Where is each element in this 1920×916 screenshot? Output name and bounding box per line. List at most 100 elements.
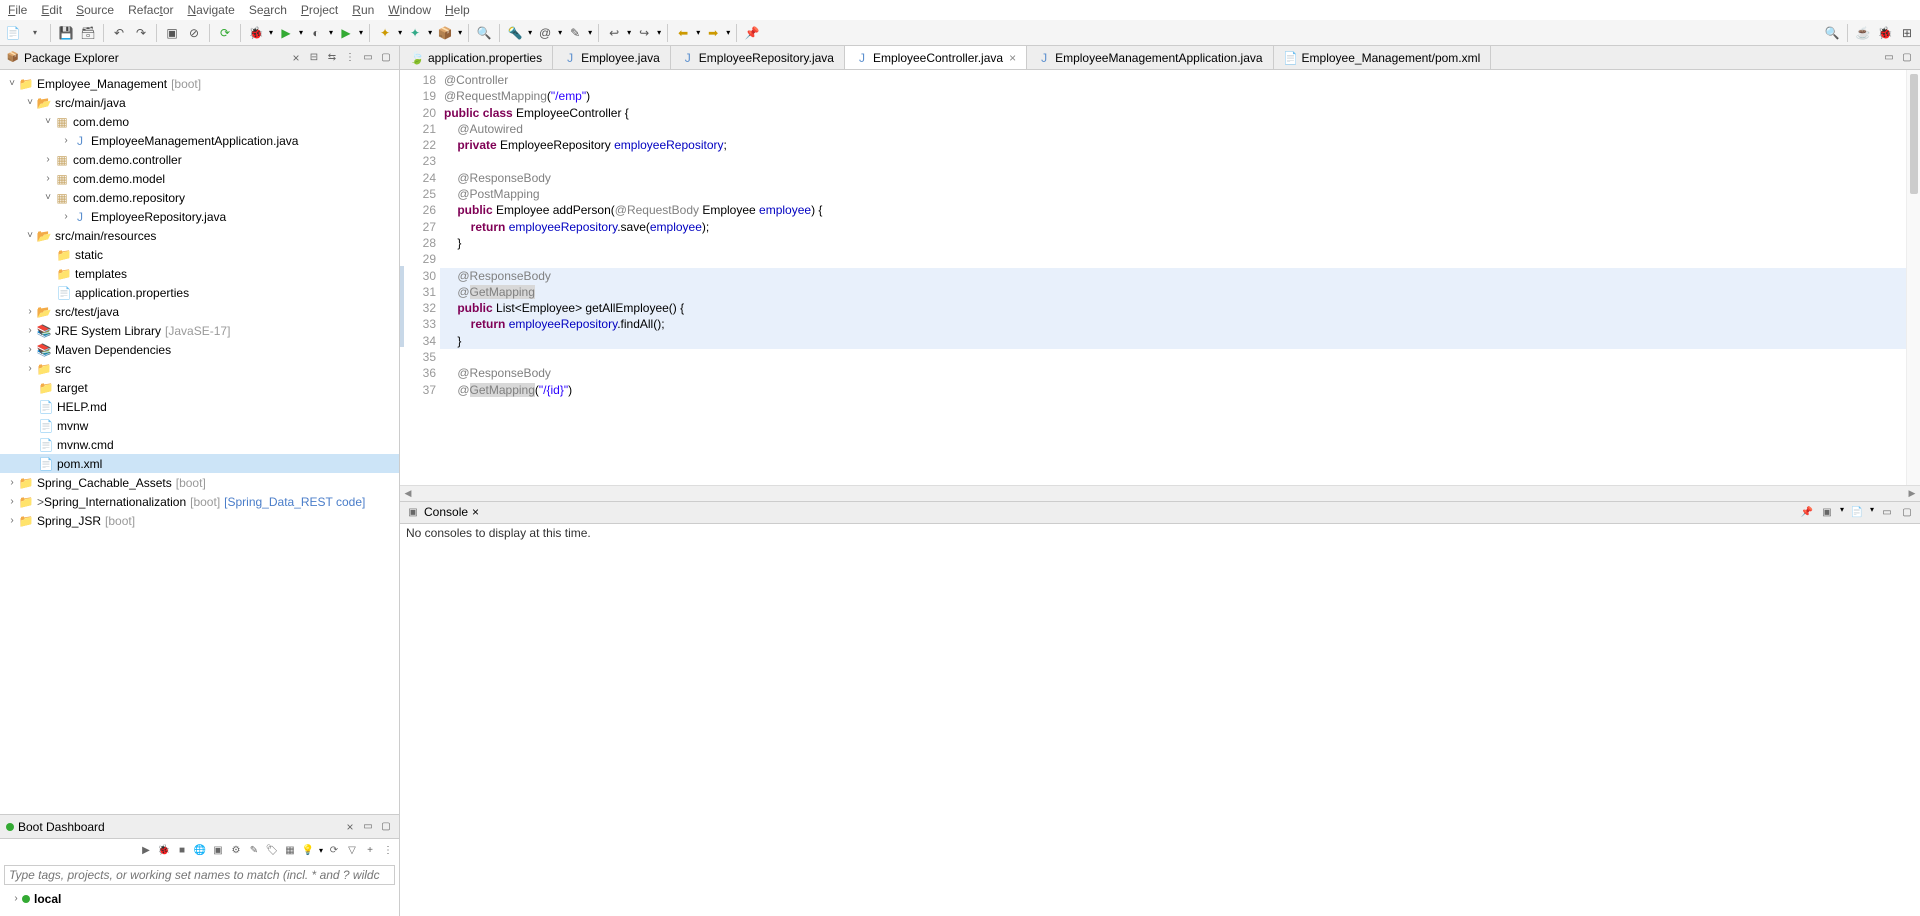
- menu-refactor[interactable]: Refactor: [128, 3, 173, 17]
- debug-icon[interactable]: 🐞: [247, 24, 265, 42]
- overview-ruler[interactable]: [1906, 70, 1920, 485]
- save-all-icon[interactable]: 🗃: [79, 24, 97, 42]
- menu-project[interactable]: Project: [301, 3, 338, 17]
- code-editor[interactable]: 1819202122232425262728293031323334353637…: [400, 70, 1920, 485]
- emp-repo-node[interactable]: ›J EmployeeRepository.java: [0, 207, 399, 226]
- tab-application-properties[interactable]: 🍃 application.properties: [400, 46, 553, 69]
- maven-node[interactable]: ›📚 Maven Dependencies: [0, 340, 399, 359]
- perspective-other-icon[interactable]: ⊞: [1898, 24, 1916, 42]
- mvnw-cmd-node[interactable]: 📄 mvnw.cmd: [0, 435, 399, 454]
- tab-emp-mgmt-app-java[interactable]: J EmployeeManagementApplication.java: [1027, 46, 1273, 69]
- package-explorer-tree[interactable]: ˅📁 Employee_Management [boot] ˅📂 src/mai…: [0, 70, 399, 814]
- project-node[interactable]: ›📁 > Spring_Internationalization [boot] …: [0, 492, 399, 511]
- edit-icon[interactable]: ✎: [247, 843, 261, 857]
- config-icon[interactable]: ⚙: [229, 843, 243, 857]
- tab-pom-xml[interactable]: 📄 Employee_Management/pom.xml: [1274, 46, 1492, 69]
- pin-console-icon[interactable]: 📌: [1800, 505, 1814, 519]
- src-main-java-node[interactable]: ˅📂 src/main/java: [0, 93, 399, 112]
- menu-window[interactable]: Window: [388, 3, 431, 17]
- next-edit-icon[interactable]: ↪: [635, 24, 653, 42]
- minimize-icon[interactable]: ▭: [361, 51, 375, 65]
- menu-navigate[interactable]: Navigate: [187, 3, 234, 17]
- line-number-gutter[interactable]: 1819202122232425262728293031323334353637: [404, 70, 440, 485]
- run-last-icon[interactable]: ▶: [337, 24, 355, 42]
- close-tab-icon[interactable]: ×: [1009, 51, 1016, 65]
- console-icon[interactable]: ▣: [211, 843, 225, 857]
- refresh-icon[interactable]: ⟳: [327, 843, 341, 857]
- close-icon[interactable]: ×: [472, 505, 479, 519]
- tab-employee-repository-java[interactable]: J EmployeeRepository.java: [671, 46, 845, 69]
- jre-node[interactable]: ›📚 JRE System Library [JavaSE-17]: [0, 321, 399, 340]
- prev-edit-icon[interactable]: ↩: [605, 24, 623, 42]
- menu-source[interactable]: Source: [76, 3, 114, 17]
- templates-node[interactable]: 📁 templates: [0, 264, 399, 283]
- collapse-all-icon[interactable]: ⊟: [307, 51, 321, 65]
- minimize-icon[interactable]: ▭: [361, 820, 375, 834]
- view-menu-icon[interactable]: ⋮: [343, 51, 357, 65]
- minimize-icon[interactable]: ▭: [1880, 505, 1894, 519]
- maximize-icon[interactable]: ▢: [1900, 505, 1914, 519]
- redo-icon[interactable]: ↷: [132, 24, 150, 42]
- menu-search[interactable]: Search: [249, 3, 287, 17]
- scroll-right-icon[interactable]: ▶: [1904, 488, 1920, 499]
- minimize-icon[interactable]: ▭: [1882, 51, 1896, 65]
- open-type-icon[interactable]: 🔍: [475, 24, 493, 42]
- run-icon[interactable]: ▶: [277, 24, 295, 42]
- debug-icon[interactable]: 🐞: [157, 843, 171, 857]
- tab-employee-java[interactable]: J Employee.java: [553, 46, 671, 69]
- menu-file[interactable]: File: [8, 3, 27, 17]
- project-node[interactable]: ›📁 Spring_JSR [boot]: [0, 511, 399, 530]
- close-icon[interactable]: ×: [343, 820, 357, 834]
- pin-icon[interactable]: 📌: [743, 24, 761, 42]
- pkg-demo-node[interactable]: ˅▦ com.demo: [0, 112, 399, 131]
- maximize-icon[interactable]: ▢: [1900, 51, 1914, 65]
- perspective-debug-icon[interactable]: 🐞: [1876, 24, 1894, 42]
- target-node[interactable]: 📁 target: [0, 378, 399, 397]
- menu-edit[interactable]: Edit: [41, 3, 62, 17]
- open-console-icon[interactable]: 📄: [1850, 505, 1864, 519]
- app-props-node[interactable]: 📄 application.properties: [0, 283, 399, 302]
- back-icon[interactable]: ⬅: [674, 24, 692, 42]
- tag-icon[interactable]: 🏷: [265, 843, 279, 857]
- menu-help[interactable]: Help: [445, 3, 470, 17]
- annotation-icon[interactable]: @: [536, 24, 554, 42]
- forward-icon[interactable]: ➡: [704, 24, 722, 42]
- new-pkg-icon[interactable]: 📦: [436, 24, 454, 42]
- emp-app-node[interactable]: ›J EmployeeManagementApplication.java: [0, 131, 399, 150]
- new-icon[interactable]: 📄: [4, 24, 22, 42]
- grid-icon[interactable]: ▦: [283, 843, 297, 857]
- tab-employee-controller-java[interactable]: J EmployeeController.java ×: [845, 46, 1027, 70]
- pkg-model-node[interactable]: ›▦ com.demo.model: [0, 169, 399, 188]
- relaunch-icon[interactable]: ⟳: [216, 24, 234, 42]
- new-java-icon[interactable]: ✦: [376, 24, 394, 42]
- quick-access-icon[interactable]: 🔍: [1823, 24, 1841, 42]
- dropdown-icon[interactable]: ▾: [26, 24, 44, 42]
- terminal-icon[interactable]: ▣: [163, 24, 181, 42]
- close-icon[interactable]: ×: [289, 51, 303, 65]
- filter-icon[interactable]: ▽: [345, 843, 359, 857]
- search-icon[interactable]: 🔦: [506, 24, 524, 42]
- skip-icon[interactable]: ⊘: [185, 24, 203, 42]
- pkg-controller-node[interactable]: ›▦ com.demo.controller: [0, 150, 399, 169]
- undo-icon[interactable]: ↶: [110, 24, 128, 42]
- maximize-icon[interactable]: ▢: [379, 51, 393, 65]
- src-test-java-node[interactable]: ›📂 src/test/java: [0, 302, 399, 321]
- link-editor-icon[interactable]: ⇆: [325, 51, 339, 65]
- stop-icon[interactable]: ■: [175, 843, 189, 857]
- perspective-java-icon[interactable]: ☕: [1854, 24, 1872, 42]
- maximize-icon[interactable]: ▢: [379, 820, 393, 834]
- project-node[interactable]: ›📁 Spring_Cachable_Assets [boot]: [0, 473, 399, 492]
- save-icon[interactable]: 💾: [57, 24, 75, 42]
- horizontal-scrollbar[interactable]: ◀ ▶: [400, 485, 1920, 501]
- globe-icon[interactable]: 🌐: [193, 843, 207, 857]
- bulb-icon[interactable]: 💡: [301, 843, 315, 857]
- menu-icon[interactable]: ⋮: [381, 843, 395, 857]
- display-console-icon[interactable]: ▣: [1820, 505, 1834, 519]
- pkg-repository-node[interactable]: ˅▦ com.demo.repository: [0, 188, 399, 207]
- project-node[interactable]: ˅📁 Employee_Management [boot]: [0, 74, 399, 93]
- new-class-icon[interactable]: ✦: [406, 24, 424, 42]
- pom-xml-node[interactable]: 📄 pom.xml: [0, 454, 399, 473]
- menu-run[interactable]: Run: [352, 3, 374, 17]
- task-icon[interactable]: ✎: [566, 24, 584, 42]
- coverage-icon[interactable]: ◐: [307, 24, 325, 42]
